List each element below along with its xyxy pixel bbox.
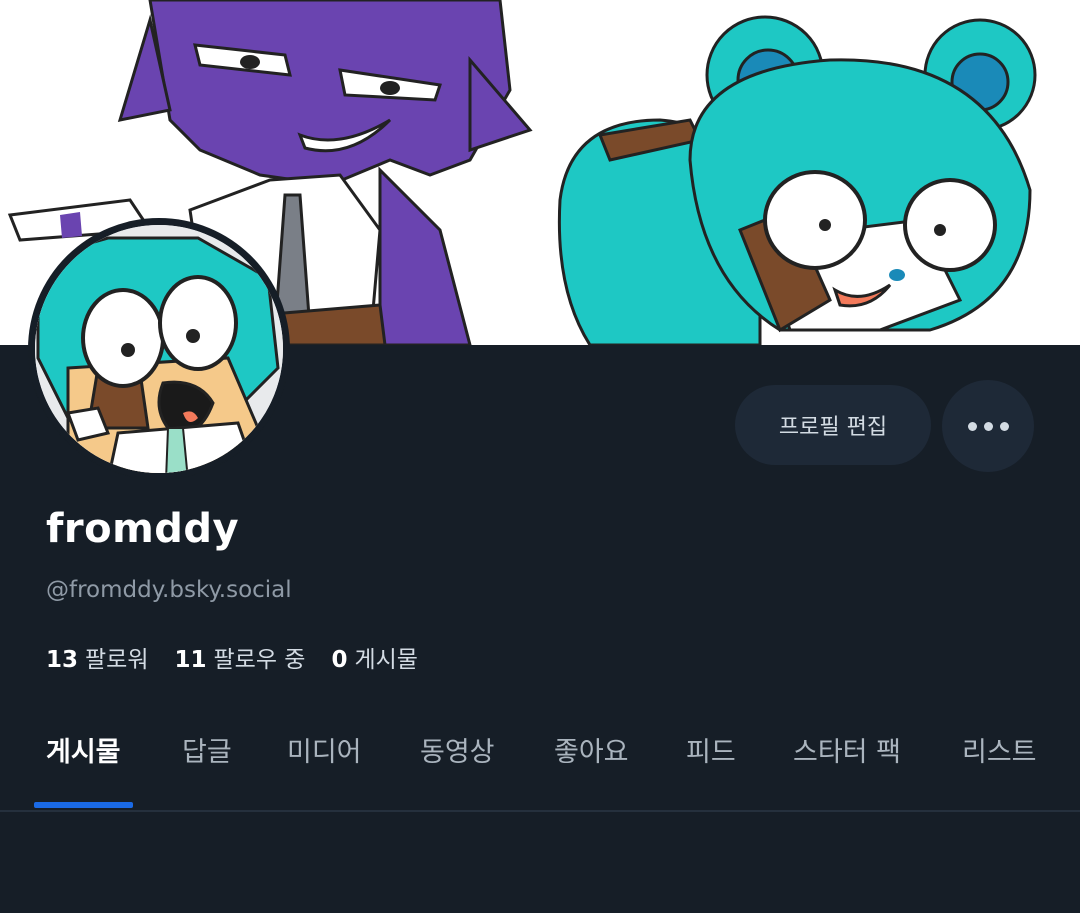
tab-lists[interactable]: 리스트	[962, 730, 1037, 769]
following-stat[interactable]: 11 팔로우 중	[175, 640, 306, 674]
more-options-button[interactable]	[942, 380, 1034, 472]
tab-media[interactable]: 미디어	[287, 730, 362, 769]
tab-videos[interactable]: 동영상	[420, 730, 495, 769]
posts-count: 0	[331, 647, 348, 673]
followers-count: 13	[46, 647, 79, 673]
profile-avatar[interactable]	[28, 218, 290, 480]
posts-label: 게시물	[354, 647, 418, 673]
followers-stat[interactable]: 13 팔로워	[46, 640, 149, 674]
display-name: fromddy	[46, 506, 240, 552]
profile-handle: @fromddy.bsky.social	[46, 577, 292, 603]
following-label: 팔로우 중	[213, 647, 306, 673]
tab-likes[interactable]: 좋아요	[554, 730, 629, 769]
active-tab-indicator	[34, 802, 133, 808]
ellipsis-icon	[967, 421, 1009, 431]
tab-starter-packs[interactable]: 스타터 팩	[793, 730, 901, 769]
profile-stats: 13 팔로워 11 팔로우 중 0 게시물	[46, 640, 418, 674]
tab-replies[interactable]: 답글	[182, 730, 232, 769]
following-count: 11	[174, 647, 207, 673]
tab-feeds[interactable]: 피드	[686, 730, 736, 769]
profile-tabs: 게시물 답글 미디어 동영상 좋아요 피드 스타터 팩 리스트	[0, 706, 1080, 812]
tab-posts[interactable]: 게시물	[46, 730, 121, 769]
followers-label: 팔로워	[85, 647, 149, 673]
edit-profile-button[interactable]: 프로필 편집	[735, 385, 931, 465]
posts-stat: 0 게시물	[331, 640, 418, 674]
